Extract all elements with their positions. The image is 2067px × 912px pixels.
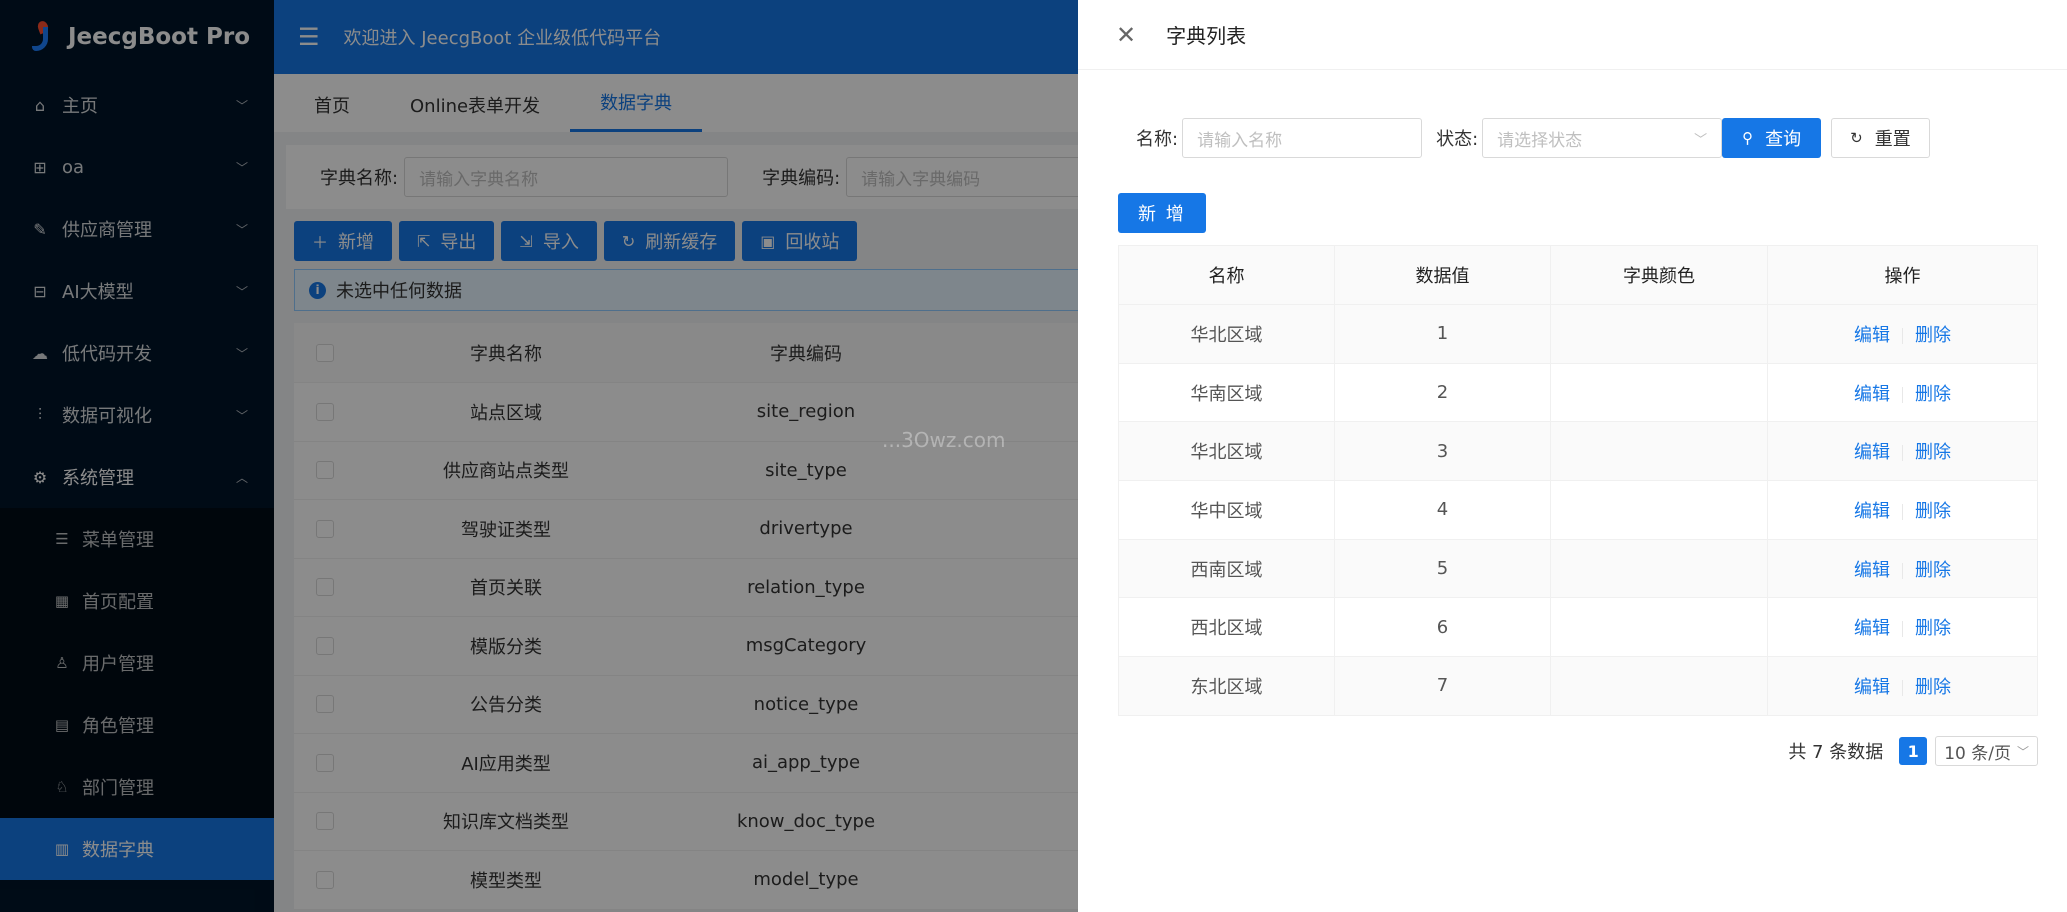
- pagination: 共 7 条数据 1 10 条/页 ﹀: [1788, 736, 2038, 766]
- close-icon[interactable]: ✕: [1116, 23, 1136, 47]
- cell-value: 2: [1334, 362, 1551, 423]
- cell-actions: 编辑 删除: [1767, 656, 2038, 716]
- cell-color: [1550, 480, 1768, 540]
- cell-value: 5: [1334, 538, 1551, 599]
- add-item-button[interactable]: 新 增: [1118, 193, 1206, 233]
- column-header: 数据值: [1334, 245, 1551, 305]
- name-input[interactable]: 请输入名称: [1182, 118, 1423, 158]
- table-row: 东北区域 7 编辑 删除: [1118, 656, 2038, 716]
- page-size-select[interactable]: 10 条/页 ﹀: [1935, 736, 2038, 766]
- cell-name: 华中区域: [1118, 480, 1335, 540]
- status-select-placeholder: 请选择状态: [1497, 130, 1583, 151]
- delete-link[interactable]: 删除: [1915, 618, 1951, 639]
- table-header: 名称 数据值 字典颜色 操作: [1118, 245, 2038, 305]
- cell-value: 4: [1334, 480, 1551, 540]
- modal-mask[interactable]: [0, 0, 1078, 912]
- page-1[interactable]: 1: [1899, 737, 1928, 765]
- column-header: 字典颜色: [1550, 245, 1768, 305]
- cell-actions: 编辑 删除: [1767, 597, 2038, 658]
- cell-actions: 编辑 删除: [1767, 304, 2038, 364]
- delete-link[interactable]: 删除: [1915, 384, 1951, 405]
- cell-value: 6: [1334, 597, 1551, 658]
- page-size-label: 10 条/页: [1944, 743, 2011, 764]
- chevron-down-icon: ﹀: [1694, 132, 1708, 148]
- cell-value: 3: [1334, 421, 1551, 482]
- edit-link[interactable]: 编辑: [1854, 442, 1890, 463]
- cell-actions: 编辑 删除: [1767, 480, 2038, 540]
- column-header: 名称: [1118, 245, 1335, 305]
- cell-name: 西北区域: [1118, 597, 1335, 658]
- cell-color: [1550, 304, 1768, 364]
- status-select[interactable]: 请选择状态 ﹀: [1482, 118, 1723, 158]
- dict-item-drawer: ✕ 字典列表 名称: 请输入名称 状态: 请选择状态 ﹀ ⚲ 查询 ↻ 重置 新 增…: [1078, 0, 2067, 912]
- column-header: 操作: [1767, 245, 2038, 305]
- reset-button[interactable]: ↻ 重置: [1831, 118, 1930, 158]
- cell-color: [1550, 656, 1768, 716]
- edit-link[interactable]: 编辑: [1854, 560, 1890, 581]
- table-row: 华南区域 2 编辑 删除: [1118, 362, 2038, 423]
- edit-link[interactable]: 编辑: [1854, 677, 1890, 698]
- cell-color: [1550, 538, 1768, 599]
- chevron-down-icon: ﹀: [2016, 744, 2029, 759]
- cell-name: 西南区域: [1118, 538, 1335, 599]
- cell-name: 东北区域: [1118, 656, 1335, 716]
- reload-icon: ↻: [1850, 129, 1863, 147]
- table-row: 华北区域 3 编辑 删除: [1118, 421, 2038, 482]
- table-row: 西南区域 5 编辑 删除: [1118, 538, 2038, 599]
- drawer-search-form: 名称: 请输入名称 状态: 请选择状态 ﹀ ⚲ 查询 ↻ 重置: [1136, 118, 1930, 158]
- cell-color: [1550, 362, 1768, 423]
- reset-button-label: 重置: [1874, 129, 1911, 150]
- delete-link[interactable]: 删除: [1915, 677, 1951, 698]
- cell-value: 1: [1334, 304, 1551, 364]
- watermark: ...3Owz.com: [882, 428, 1006, 452]
- cell-actions: 编辑 删除: [1767, 538, 2038, 599]
- table-row: 华北区域 1 编辑 删除: [1118, 304, 2038, 364]
- dict-item-table: 名称 数据值 字典颜色 操作 华北区域 1 编辑 删除 华南区域 2 编辑 删除 华北区域 3…: [1118, 245, 2038, 716]
- table-row: 华中区域 4 编辑 删除: [1118, 480, 2038, 540]
- query-button[interactable]: ⚲ 查询: [1722, 118, 1822, 158]
- cell-name: 华南区域: [1118, 362, 1335, 423]
- cell-actions: 编辑 删除: [1767, 421, 2038, 482]
- delete-link[interactable]: 删除: [1915, 325, 1951, 346]
- cell-actions: 编辑 删除: [1767, 362, 2038, 423]
- name-label: 名称:: [1136, 129, 1179, 150]
- status-label: 状态:: [1436, 129, 1479, 150]
- drawer-header: ✕ 字典列表: [1078, 0, 2067, 70]
- search-icon: ⚲: [1742, 129, 1754, 147]
- edit-link[interactable]: 编辑: [1854, 384, 1890, 405]
- total-count: 共 7 条数据: [1788, 742, 1884, 763]
- cell-name: 华北区域: [1118, 304, 1335, 364]
- edit-link[interactable]: 编辑: [1854, 618, 1890, 639]
- query-button-label: 查询: [1765, 129, 1802, 150]
- edit-link[interactable]: 编辑: [1854, 325, 1890, 346]
- cell-value: 7: [1334, 656, 1551, 716]
- delete-link[interactable]: 删除: [1915, 442, 1951, 463]
- delete-link[interactable]: 删除: [1915, 560, 1951, 581]
- cell-color: [1550, 597, 1768, 658]
- cell-color: [1550, 421, 1768, 482]
- drawer-title: 字典列表: [1166, 24, 1247, 48]
- delete-link[interactable]: 删除: [1915, 501, 1951, 522]
- table-row: 西北区域 6 编辑 删除: [1118, 597, 2038, 658]
- cell-name: 华北区域: [1118, 421, 1335, 482]
- edit-link[interactable]: 编辑: [1854, 501, 1890, 522]
